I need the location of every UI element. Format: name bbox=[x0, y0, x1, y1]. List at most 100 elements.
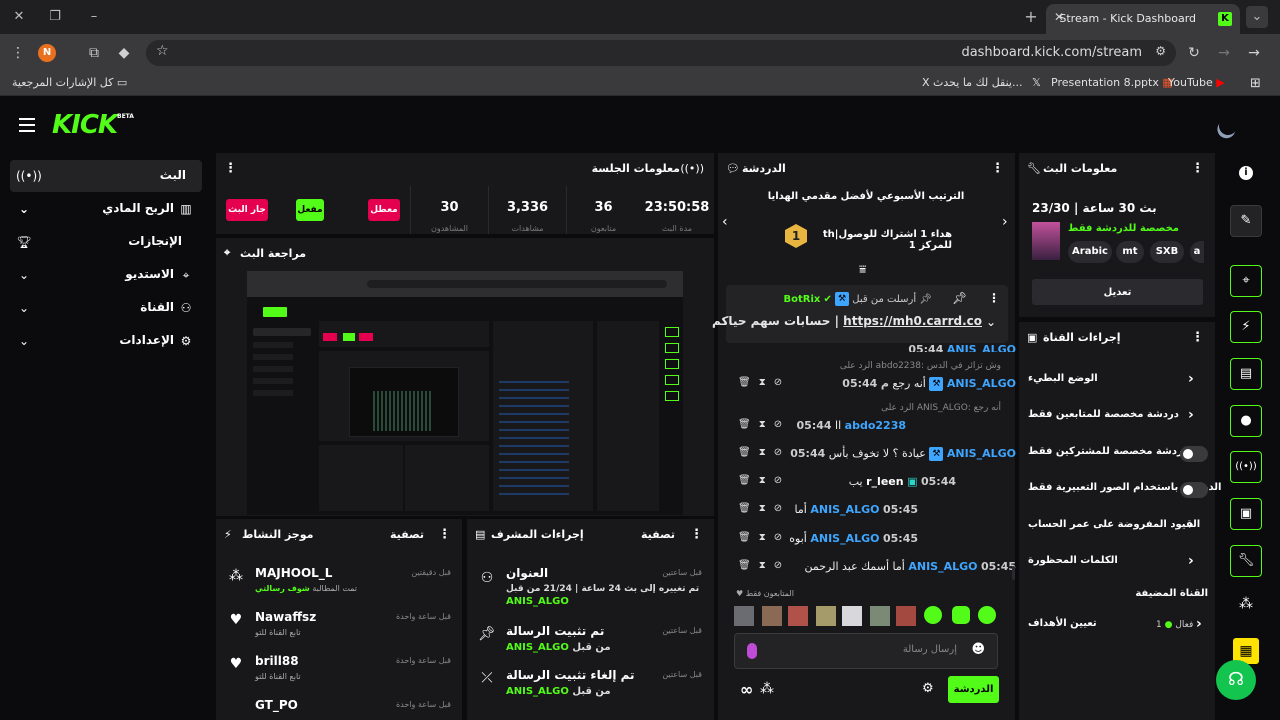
panel-menu-icon[interactable]: ⋮ bbox=[690, 527, 703, 542]
pinned-message[interactable]: ⋮ 📌︎ BotRix ✔ ⚒ أرسلت من قبل 📌︎ حسابات س… bbox=[712, 285, 1008, 343]
message-user[interactable]: ANIS_ALGO bbox=[947, 377, 1016, 390]
edit-icon[interactable]: ✎ bbox=[1230, 205, 1262, 237]
banned-words-row[interactable]: الكلمات المحظورة › bbox=[1020, 545, 1216, 581]
presentation-bookmark[interactable]: Presentation 8.pptx ▦ bbox=[1051, 76, 1173, 89]
stream-tag[interactable]: Arabic bbox=[1068, 241, 1112, 263]
emote-icon[interactable] bbox=[952, 606, 970, 624]
account-age-row[interactable]: القيود المفروضة على عمر الحساب › bbox=[1020, 509, 1216, 545]
message-actions-icon[interactable]: 🗑︎⧗⊘ bbox=[738, 447, 790, 458]
address-bar[interactable]: ☆ dashboard.kick.com/stream ⚙ bbox=[146, 40, 1176, 66]
activity-row[interactable]: MAJHOOL_L تمت المطالبة شوف رسالتي قبل دق… bbox=[229, 562, 451, 606]
focus-icon[interactable]: ⌖ bbox=[1230, 265, 1262, 297]
avatar[interactable] bbox=[896, 606, 916, 626]
close-window-icon[interactable]: ✕ bbox=[8, 6, 30, 28]
message-user[interactable]: ANIS_ALGO bbox=[947, 343, 1016, 352]
emoji-icon[interactable]: ☻ bbox=[971, 642, 985, 657]
chat-message[interactable]: 🗑︎⧗⊘ أما أسمك عبد الرحمن ANIS_ALGO 05:45 bbox=[736, 557, 1016, 579]
youtube-bookmark[interactable]: YouTube ▶ bbox=[1168, 76, 1225, 89]
activity-row[interactable]: Nawaffsz تابع القناة للتو قبل ساعة واحدة… bbox=[230, 606, 451, 650]
avatar[interactable] bbox=[816, 606, 836, 626]
message-user[interactable]: ANIS_ALGO bbox=[810, 532, 879, 545]
reload-icon[interactable]: ↻ bbox=[1184, 44, 1204, 62]
chat-message[interactable]: 🗑︎⧗⊘ أبوه ANIS_ALGO 05:45 bbox=[736, 529, 1016, 551]
panel-menu-icon[interactable]: ⋮ bbox=[991, 161, 1004, 176]
clipboard-icon[interactable]: ▤ bbox=[1230, 358, 1262, 390]
stream-preview-video[interactable] bbox=[247, 271, 683, 515]
pinned-link[interactable]: https://mh0.carrd.co bbox=[843, 314, 982, 328]
message-user[interactable]: ANIS_ALGO bbox=[810, 503, 879, 516]
message-user[interactable]: r_leen bbox=[866, 475, 903, 488]
stream-category-thumbnail[interactable] bbox=[1032, 222, 1060, 260]
forward-icon[interactable]: → bbox=[1214, 44, 1234, 62]
message-actions-icon[interactable]: 🗑︎⧗⊘ bbox=[738, 377, 790, 388]
kick-logo[interactable]: KICK bbox=[52, 110, 118, 140]
stream-tag[interactable]: mt bbox=[1116, 241, 1144, 263]
message-user[interactable]: abdo2238 bbox=[845, 419, 906, 432]
message-actions-icon[interactable]: 🗑︎⧗⊘ bbox=[738, 419, 790, 430]
mod-action-row[interactable]: العنوان تم تغييره إلى بث 24 ساعة | 21/24… bbox=[481, 562, 702, 614]
avatar[interactable] bbox=[870, 606, 890, 626]
message-actions-icon[interactable]: 🗑︎⧗⊘ bbox=[738, 560, 790, 571]
profile-avatar[interactable]: N bbox=[38, 44, 56, 62]
mod-action-row[interactable]: تم تثبيت الرسالة ANIS_ALGO من قبل قبل سا… bbox=[478, 620, 702, 664]
chat-bubble-icon[interactable]: ● bbox=[1230, 405, 1262, 437]
message-actions-icon[interactable]: 🗑︎⧗⊘ bbox=[738, 475, 790, 486]
broadcast-icon[interactable]: ((•)) bbox=[1230, 451, 1262, 483]
site-settings-icon[interactable]: ⚙ bbox=[1155, 44, 1166, 58]
chat-settings-icon[interactable]: ⚙ bbox=[922, 681, 934, 696]
sidebar-item-settings[interactable]: ⚙ الإعدادات ⌄ bbox=[10, 325, 202, 357]
infinity-icon[interactable]: ∞ bbox=[740, 680, 753, 699]
chat-message[interactable]: 🗑︎⧗⊘ يب r_leen ▣ 05:44 bbox=[736, 472, 1016, 494]
extensions-icon[interactable]: ⧉ bbox=[84, 44, 104, 62]
restore-window-icon[interactable]: ❐ bbox=[44, 6, 66, 28]
menu-dots-icon[interactable]: ⋮ bbox=[8, 44, 28, 62]
sidebar-item-stream[interactable]: ((•)) البث bbox=[10, 160, 202, 192]
apps-grid-icon[interactable]: ⊞ bbox=[1250, 76, 1261, 91]
extension-icon[interactable]: ◆ bbox=[114, 44, 134, 62]
hamburger-menu-icon[interactable] bbox=[19, 118, 35, 132]
mod-action-row[interactable]: تم إلغاء تثبيت الرسالة ANIS_ALGO من قبل … bbox=[481, 664, 702, 708]
message-user[interactable]: ANIS_ALGO bbox=[908, 560, 977, 573]
share-icon[interactable]: ⁂ bbox=[1236, 596, 1256, 616]
avatar[interactable] bbox=[842, 606, 862, 626]
filter-button[interactable]: تصفية bbox=[641, 528, 675, 541]
pinned-menu-icon[interactable]: ⋮ bbox=[988, 291, 1000, 305]
panel-menu-icon[interactable]: ⋮ bbox=[1191, 161, 1204, 176]
activity-row[interactable]: GT_PO قبل ساعة واحدة bbox=[255, 694, 451, 714]
emote-icon[interactable] bbox=[978, 606, 996, 624]
message-user[interactable]: ANIS_ALGO bbox=[947, 447, 1016, 460]
chat-message[interactable]: 🗑︎⧗⊘ اا 05:44 abdo2238 bbox=[736, 416, 1016, 438]
avatar[interactable] bbox=[788, 606, 808, 626]
message-actions-icon[interactable]: 🗑︎⧗⊘ bbox=[738, 503, 790, 514]
panel-menu-icon[interactable]: ⋮ bbox=[1191, 330, 1204, 345]
sidebar-item-monetization[interactable]: ▥ الربح المادي ⌄ bbox=[10, 193, 202, 225]
chat-message[interactable]: 🗑︎⧗⊘ أما ANIS_ALGO 05:45 bbox=[736, 500, 1016, 522]
activity-row[interactable]: brill88 تابع القناة للتو قبل ساعة واحدة … bbox=[230, 650, 451, 694]
new-tab-icon[interactable]: + bbox=[1020, 6, 1042, 28]
slow-mode-row[interactable]: الوضع البطيء › bbox=[1020, 363, 1216, 399]
emote-icon[interactable] bbox=[924, 606, 942, 624]
panel-menu-icon[interactable]: ⋮ bbox=[438, 527, 451, 542]
emotes-only-toggle[interactable] bbox=[1180, 482, 1208, 498]
collapse-icon[interactable]: ⩸ bbox=[859, 262, 866, 277]
tab-search-icon[interactable]: ⌄ bbox=[1246, 6, 1268, 28]
chat-input[interactable]: إرسال رسالة ☻ bbox=[734, 633, 998, 669]
filter-button[interactable]: تصفية bbox=[390, 528, 424, 541]
chevron-down-icon[interactable]: ⌄ bbox=[986, 315, 996, 329]
subscribers-only-row[interactable]: الدردشة مخصصة للمشتركين فقط bbox=[1020, 436, 1216, 472]
channel-actions-icon[interactable]: ▣ bbox=[1230, 498, 1262, 530]
chat-message[interactable]: 🗑︎⧗⊘ أنه رجع م 05:44 ⚒ ANIS_ALGO bbox=[736, 374, 1016, 396]
stream-tag[interactable]: SXB bbox=[1150, 241, 1184, 263]
info-icon[interactable]: i bbox=[1239, 166, 1253, 180]
followers-only-row[interactable]: دردشة مخصصة للمتابعين فقط › bbox=[1020, 399, 1216, 435]
support-headset-icon[interactable]: ☊ bbox=[1216, 660, 1256, 700]
send-chat-button[interactable]: الدردشة bbox=[948, 676, 999, 703]
chat-message[interactable]: 05:44 ANIS_ALGO bbox=[736, 340, 1016, 352]
mic-icon[interactable] bbox=[747, 643, 757, 659]
all-bookmarks-link[interactable]: كل الإشارات المرجعية ▭ bbox=[12, 76, 127, 89]
goals-row[interactable]: تعيين الأهداف 1 ● فعال › bbox=[1020, 608, 1216, 644]
x-post-bookmark[interactable]: X ينقل لك ما يحدث... 𝕏 bbox=[922, 76, 1041, 89]
panel-menu-icon[interactable]: ⋮ bbox=[224, 161, 237, 176]
wrench-icon[interactable]: 🔧︎ bbox=[1230, 545, 1262, 577]
emotes-only-row[interactable]: الدردشة باستخدام الصور التعبيرية فقط bbox=[1020, 472, 1221, 508]
